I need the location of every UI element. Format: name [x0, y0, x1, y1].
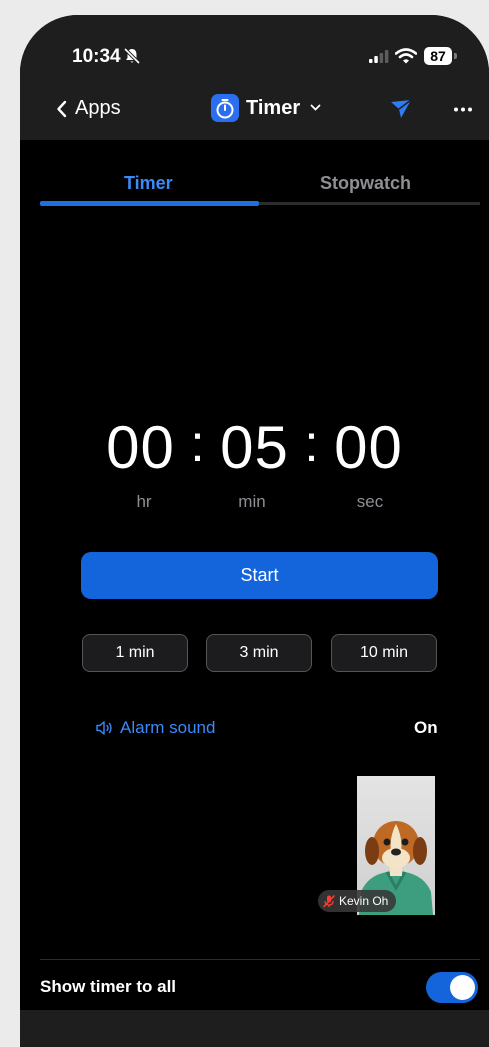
- signal-icon: [369, 50, 389, 63]
- battery-indicator: 87: [424, 47, 452, 65]
- mic-muted-icon: [322, 894, 336, 908]
- status-time: 10:34: [72, 46, 121, 67]
- toggle-knob: [450, 975, 475, 1000]
- timer-separator: :: [190, 414, 205, 473]
- bottom-bar: [20, 1010, 489, 1047]
- send-icon[interactable]: [390, 99, 412, 119]
- app-title: Timer: [246, 96, 301, 119]
- chevron-down-icon: [310, 104, 321, 111]
- start-button[interactable]: Start: [81, 552, 438, 599]
- unit-min-label: min: [238, 492, 266, 511]
- alarm-sound-button[interactable]: Alarm sound: [96, 718, 215, 738]
- participant-name: Kevin Oh: [339, 894, 389, 908]
- battery-tip: [454, 53, 457, 59]
- app-title-menu[interactable]: Timer: [211, 94, 321, 122]
- preset-3-min-button[interactable]: 3 min: [206, 634, 312, 672]
- speaker-icon: [96, 721, 112, 735]
- tab-active-indicator: [40, 201, 259, 206]
- preset-10-min-button[interactable]: 10 min: [331, 634, 437, 672]
- wifi-icon: [395, 48, 417, 64]
- stopwatch-icon: [211, 94, 239, 122]
- tab-timer[interactable]: Timer: [124, 173, 173, 194]
- more-icon[interactable]: [453, 107, 473, 112]
- preset-1-min-button[interactable]: 1 min: [82, 634, 188, 672]
- timer-display[interactable]: 00 : 05 : 00: [20, 413, 489, 482]
- divider: [40, 959, 480, 960]
- chevron-left-icon: [57, 100, 67, 117]
- timer-seconds[interactable]: 00: [321, 413, 417, 482]
- back-label: Apps: [75, 97, 121, 119]
- show-timer-toggle[interactable]: [426, 972, 478, 1003]
- participant-name-tag: Kevin Oh: [318, 890, 397, 912]
- unit-sec-label: sec: [356, 492, 384, 511]
- alarm-sound-label: Alarm sound: [120, 718, 216, 737]
- bell-slash-icon: [123, 47, 141, 65]
- unit-hr-label: hr: [136, 492, 152, 511]
- alarm-sound-state: On: [414, 718, 438, 737]
- tab-stopwatch[interactable]: Stopwatch: [320, 173, 411, 194]
- timer-hours[interactable]: 00: [93, 413, 189, 482]
- back-button[interactable]: Apps: [56, 97, 121, 120]
- timer-minutes[interactable]: 05: [207, 413, 303, 482]
- phone-screen: 10:34 87 Apps Timer Timer Stopwatch 00:…: [20, 15, 489, 1047]
- show-timer-label: Show timer to all: [40, 977, 177, 996]
- timer-separator: :: [304, 414, 319, 473]
